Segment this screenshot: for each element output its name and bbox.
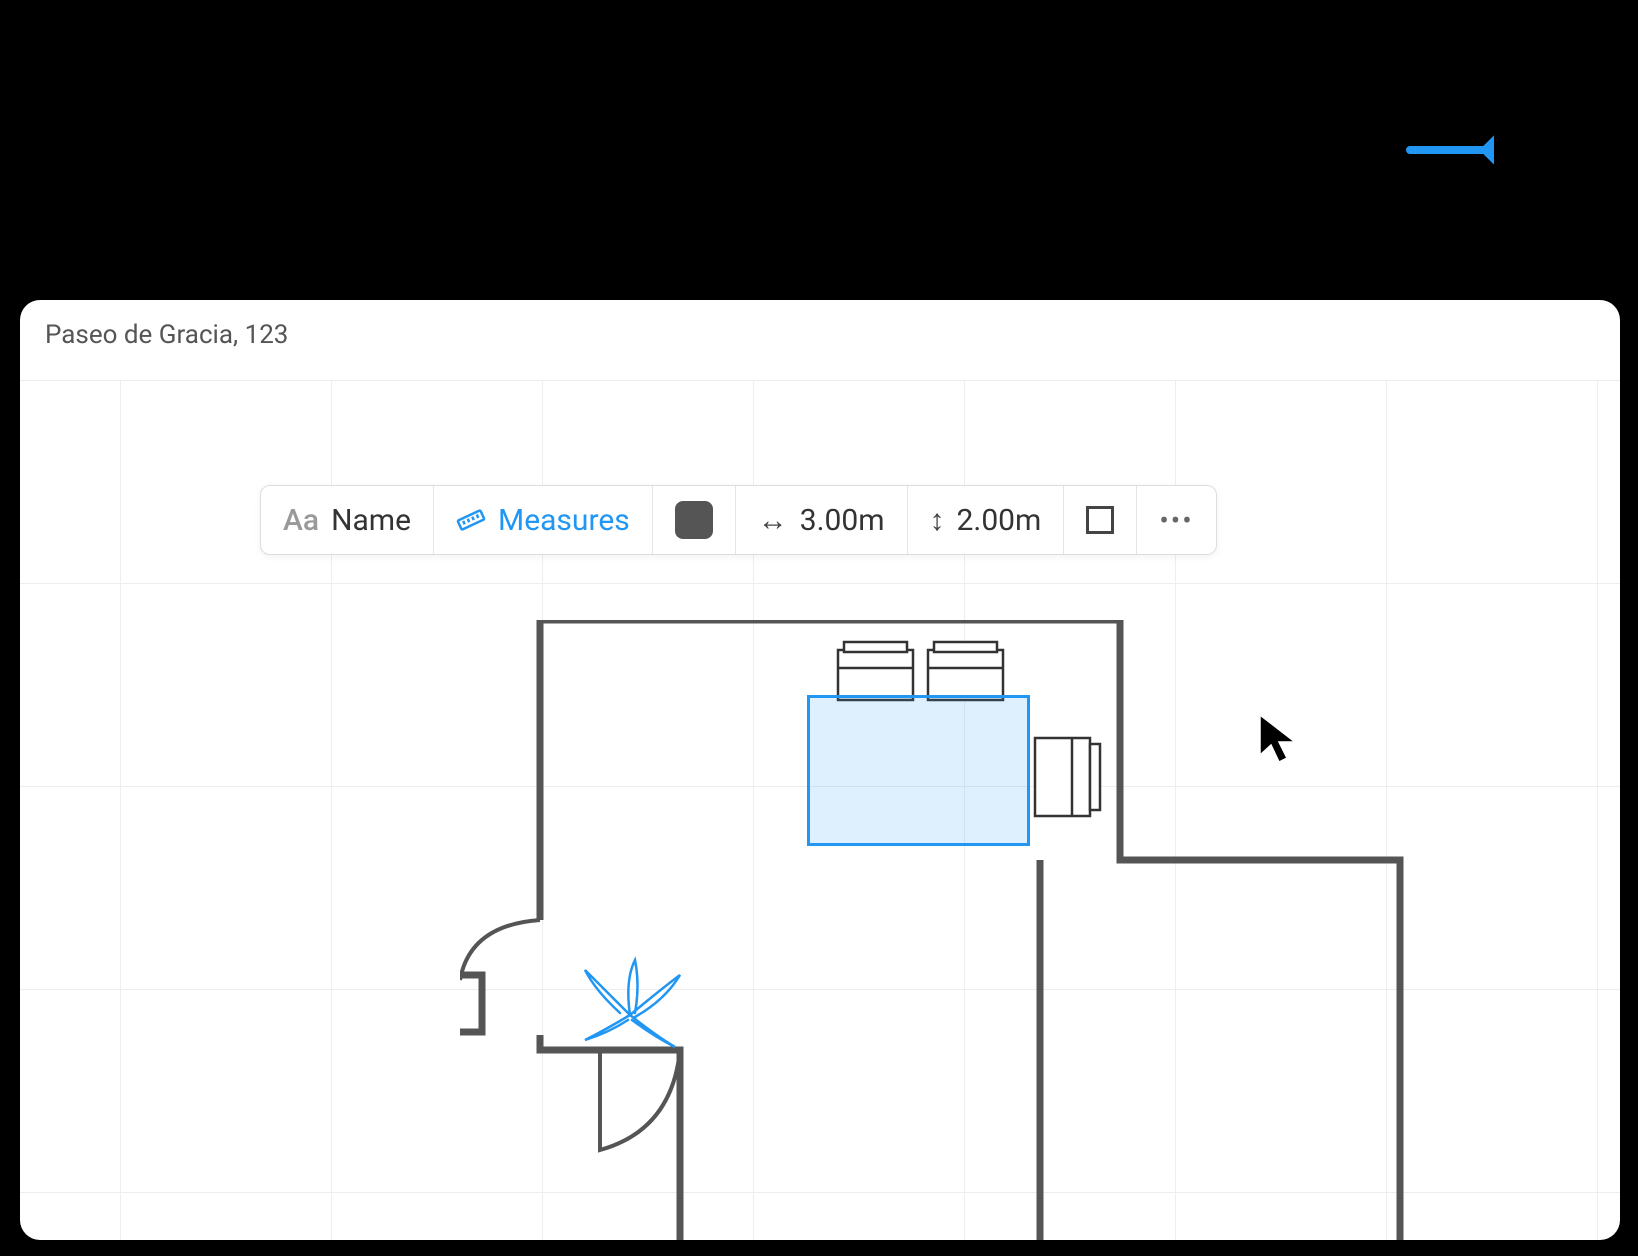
- floorplan-canvas-window: Paseo de Gracia, 123 Aa Name Measures ↔: [20, 300, 1620, 1240]
- plant-decoration[interactable]: [570, 955, 690, 1055]
- vertical-arrows-icon: ↕: [930, 503, 945, 538]
- name-button[interactable]: Aa Name: [261, 486, 434, 554]
- cursor-icon: [1255, 710, 1305, 770]
- height-field[interactable]: ↕ 2.00m: [908, 486, 1065, 554]
- measures-button[interactable]: Measures: [434, 486, 653, 554]
- shape-button[interactable]: [1064, 486, 1137, 554]
- color-swatch-icon: [675, 501, 713, 539]
- ellipsis-icon: •••: [1159, 504, 1193, 537]
- horizontal-arrows-icon: ↔: [758, 503, 788, 538]
- square-icon: [1086, 506, 1114, 534]
- measures-label: Measures: [498, 503, 630, 538]
- color-button[interactable]: [653, 486, 736, 554]
- width-value: 3.00m: [800, 503, 885, 538]
- name-label: Name: [331, 503, 411, 538]
- property-toolbar: Aa Name Measures ↔ 3.00m ↕ 2.00m: [260, 485, 1217, 555]
- height-value: 2.00m: [957, 503, 1042, 538]
- width-field[interactable]: ↔ 3.00m: [736, 486, 908, 554]
- more-options-button[interactable]: •••: [1137, 486, 1215, 554]
- text-icon: Aa: [283, 503, 319, 538]
- ruler-icon: [456, 505, 486, 535]
- selected-object-table[interactable]: [807, 695, 1030, 846]
- document-title: Paseo de Gracia, 123: [45, 320, 288, 350]
